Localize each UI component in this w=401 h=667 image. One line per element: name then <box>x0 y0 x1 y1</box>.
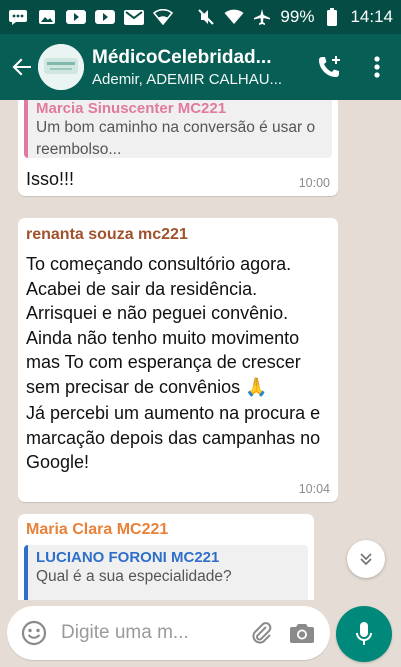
chat-participants: Ademir, ADEMIR CALHAU... <box>92 70 283 88</box>
battery-icon <box>322 8 342 26</box>
header-actions <box>305 34 401 100</box>
voice-record-button[interactable] <box>336 606 392 662</box>
status-notifications <box>8 9 173 25</box>
image-icon <box>37 9 57 25</box>
camera-icon <box>290 624 314 643</box>
message-bubble[interactable]: Maria Clara MC221 LUCIANO FORONI MC221 Q… <box>18 514 314 600</box>
quoted-author: LUCIANO FORONI MC221 <box>36 549 220 566</box>
message-time: 10:00 <box>298 176 330 190</box>
more-options-button[interactable] <box>353 34 401 100</box>
message-notification-icon <box>8 9 28 25</box>
message-list[interactable]: Marcia Sinuscenter MC221 Um bom caminho … <box>0 100 401 600</box>
status-bar: 99% 14:14 <box>0 0 401 34</box>
quoted-author: Marcia Sinuscenter MC221 <box>36 100 227 117</box>
phone-add-icon <box>319 56 340 77</box>
message-text: Isso!!! <box>26 169 75 189</box>
back-button[interactable] <box>4 34 40 100</box>
more-vertical-icon <box>374 56 380 78</box>
airplane-mode-icon <box>252 9 272 25</box>
message-text-2: Já percebi um aumento na procura e marca… <box>26 403 321 472</box>
youtube-icon <box>66 9 86 25</box>
microphone-icon <box>356 622 372 645</box>
message-input[interactable] <box>61 622 226 644</box>
group-avatar[interactable] <box>38 44 84 90</box>
youtube-icon-2 <box>95 9 115 25</box>
wifi-settings-icon <box>153 9 173 25</box>
message-author: renanta souza mc221 <box>26 226 188 243</box>
paperclip-icon <box>252 622 272 644</box>
battery-percent: 99% <box>280 7 315 26</box>
message-bubble[interactable]: Marcia Sinuscenter MC221 Um bom caminho … <box>18 100 338 196</box>
mute-icon <box>196 9 216 25</box>
emoji-icon <box>21 620 47 646</box>
message-author: Maria Clara MC221 <box>26 521 169 538</box>
chat-header: MédicoCelebridad... Ademir, ADEMIR CALHA… <box>0 34 401 100</box>
add-call-button[interactable] <box>305 34 353 100</box>
message-bubble[interactable]: renanta souza mc221 To começando consult… <box>18 218 338 502</box>
double-chevron-down-icon <box>360 553 372 566</box>
clock: 14:14 <box>350 7 393 26</box>
chat-info[interactable]: MédicoCelebridad... Ademir, ADEMIR CALHA… <box>92 47 302 88</box>
status-system: 99% 14:14 <box>196 7 393 27</box>
arrow-left-icon <box>12 58 31 76</box>
message-time: 10:04 <box>298 482 330 496</box>
quoted-message[interactable]: Marcia Sinuscenter MC221 Um bom caminho … <box>24 100 332 158</box>
message-text: To começando consultório agora. Acabei d… <box>26 254 301 397</box>
gmail-icon <box>124 9 144 25</box>
message-input-container <box>7 606 330 660</box>
group-logo-icon <box>38 44 84 90</box>
scroll-to-bottom-button[interactable] <box>347 540 385 578</box>
wifi-icon <box>224 9 244 25</box>
camera-button[interactable] <box>282 606 322 660</box>
quoted-message[interactable]: LUCIANO FORONI MC221 Qual é a sua especi… <box>24 545 308 600</box>
quoted-text: Qual é a sua especialidade? <box>36 568 232 585</box>
attach-button[interactable] <box>242 606 282 660</box>
emoji-button[interactable] <box>7 606 61 660</box>
quoted-text: Um bom caminho na conversão é usar o ree… <box>36 119 316 158</box>
composer <box>0 600 401 667</box>
chat-title: MédicoCelebridad... <box>92 46 272 68</box>
